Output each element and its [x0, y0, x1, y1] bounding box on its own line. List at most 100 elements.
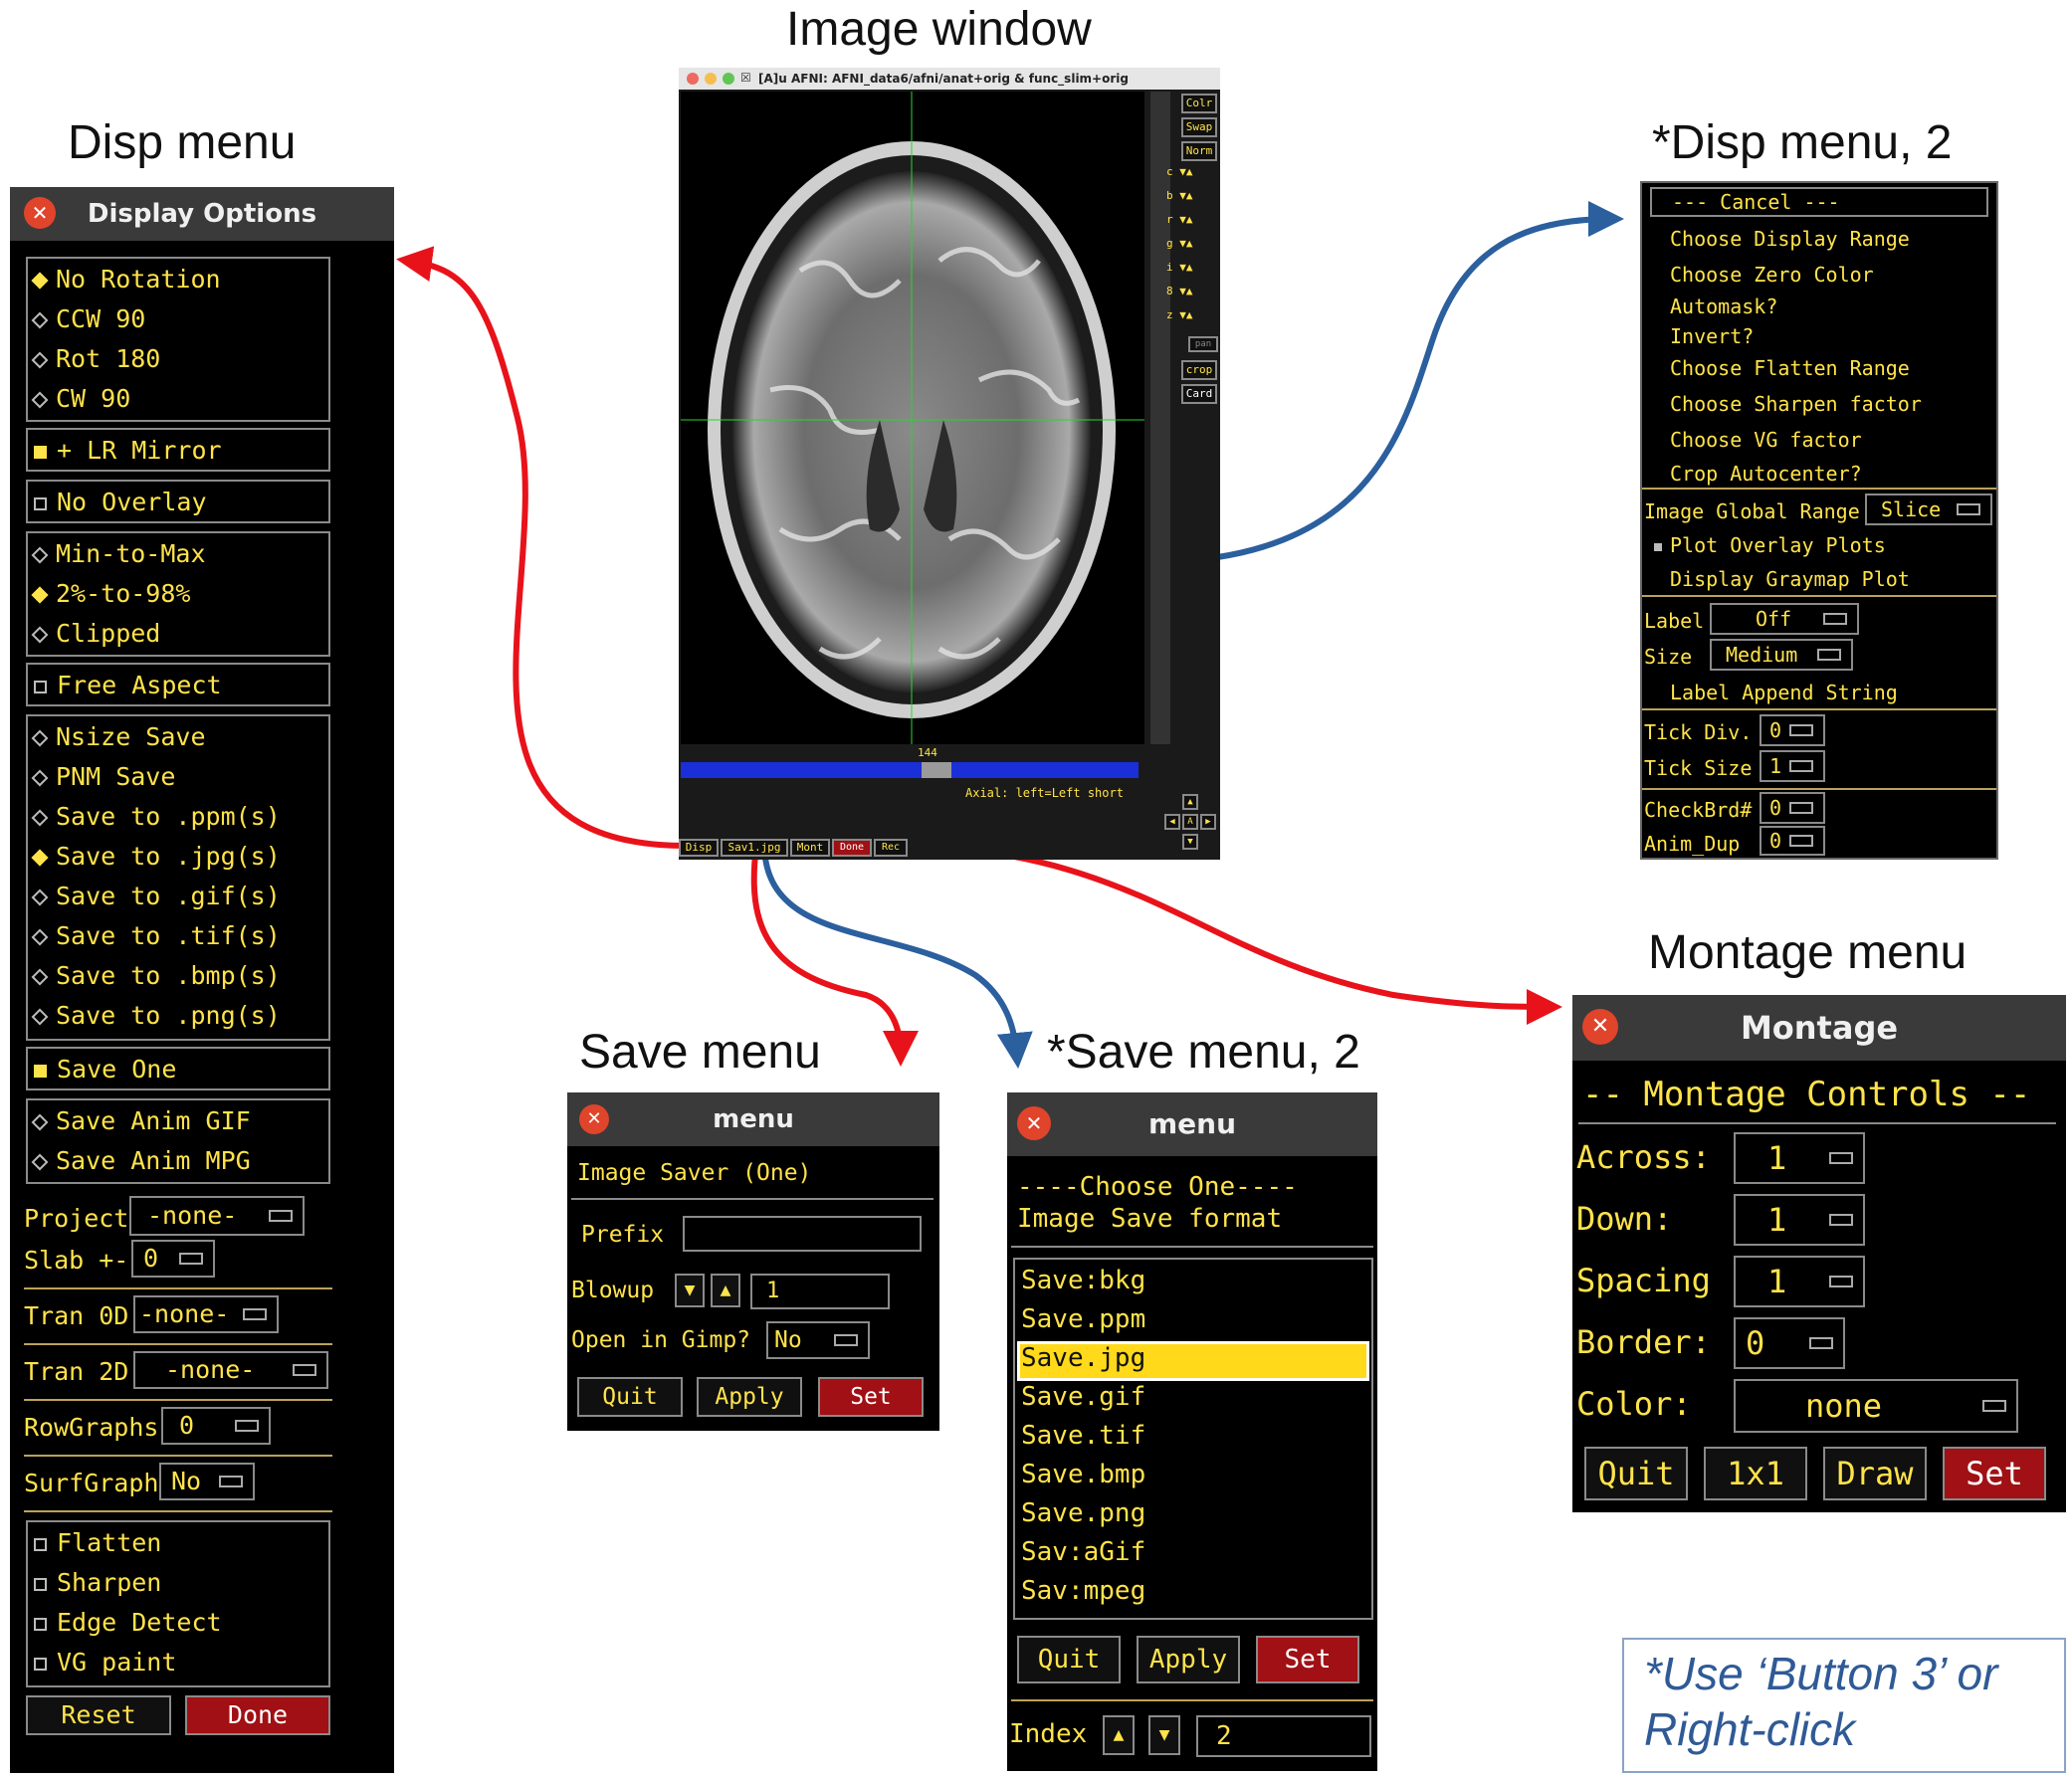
close-icon[interactable]: ✕ — [24, 197, 56, 229]
disp-button[interactable]: Disp — [679, 839, 719, 857]
format-item[interactable]: Sav:aGif — [1021, 1537, 1145, 1567]
close-icon[interactable]: ✕ — [579, 1104, 609, 1134]
rowgraphs-select[interactable]: 0 — [161, 1407, 271, 1445]
side-arrow-i[interactable]: i ▼▲ — [1166, 261, 1218, 281]
across-select[interactable]: 1 — [1734, 1132, 1865, 1184]
color-select[interactable]: none — [1734, 1379, 2018, 1433]
disp2-menu-item[interactable]: Choose Display Range — [1670, 227, 1910, 251]
close-dot-icon[interactable] — [687, 73, 699, 85]
side-button-crop[interactable]: crop — [1181, 360, 1217, 380]
apply-button[interactable]: Apply — [697, 1377, 802, 1417]
up-arrow-icon[interactable]: ▲ — [1186, 308, 1193, 321]
global-range-select[interactable]: Slice — [1865, 494, 1992, 525]
rotation-option[interactable]: CCW 90 — [31, 304, 145, 333]
side-arrow-z[interactable]: z ▼▲ — [1166, 308, 1218, 328]
anim-dup-select[interactable]: 0 — [1760, 826, 1825, 856]
side-button-card[interactable]: Card — [1181, 384, 1217, 404]
tran2d-select[interactable]: -none- — [133, 1351, 328, 1389]
index-down-button[interactable]: ▼ — [1148, 1715, 1180, 1755]
format-item[interactable]: Save.jpg — [1021, 1343, 1145, 1373]
draw-button[interactable]: Draw — [1823, 1447, 1927, 1500]
save-format-option[interactable]: Save to .bmp(s) — [31, 961, 281, 990]
filter-toggle[interactable]: Sharpen — [34, 1568, 161, 1597]
nav-down-button[interactable]: ▼ — [1182, 834, 1198, 850]
disp2-menu-item[interactable]: Automask? — [1670, 295, 1777, 318]
filter-toggle[interactable]: Edge Detect — [34, 1608, 222, 1637]
format-item[interactable]: Save.bmp — [1021, 1460, 1145, 1489]
side-arrow-g[interactable]: g ▼▲ — [1166, 237, 1218, 257]
filter-toggle[interactable]: VG paint — [34, 1648, 176, 1677]
done-button[interactable]: Done — [832, 839, 872, 857]
filter-toggle[interactable]: Flatten — [34, 1528, 161, 1557]
range-option[interactable]: Min-to-Max — [31, 539, 206, 568]
down-arrow-icon[interactable]: ▼ — [1179, 213, 1186, 226]
down-arrow-icon[interactable]: ▼ — [1179, 308, 1186, 321]
nav-center-button[interactable]: A — [1182, 814, 1198, 830]
set-button[interactable]: Set — [1256, 1636, 1359, 1683]
label-append-item[interactable]: Label Append String — [1670, 681, 1898, 704]
plot-overlay-toggle[interactable]: Plot Overlay Plots — [1654, 533, 1886, 557]
format-item[interactable]: Save.gif — [1021, 1382, 1145, 1412]
no-overlay-toggle[interactable]: No Overlay — [34, 488, 207, 516]
checkbrd-select[interactable]: 0 — [1760, 792, 1825, 824]
nav-up-button[interactable]: ▲ — [1182, 794, 1198, 810]
side-button-norm[interactable]: Norm — [1181, 141, 1217, 161]
size-select[interactable]: Medium — [1710, 639, 1853, 671]
tick-size-select[interactable]: 1 — [1760, 750, 1825, 782]
apply-button[interactable]: Apply — [1137, 1636, 1240, 1683]
save-format-option[interactable]: Save to .ppm(s) — [31, 802, 281, 831]
side-arrow-b[interactable]: b ▼▲ — [1166, 189, 1218, 209]
disp2-menu-item[interactable]: Invert? — [1670, 324, 1754, 348]
tran0d-select[interactable]: -none- — [133, 1295, 279, 1333]
save-button[interactable]: Sav1.jpg — [721, 839, 788, 857]
up-arrow-icon[interactable]: ▲ — [1186, 285, 1193, 297]
side-arrow-c[interactable]: c ▼▲ — [1166, 165, 1218, 185]
save-format-option[interactable]: PNM Save — [31, 762, 175, 791]
zoom-dot-icon[interactable] — [723, 73, 734, 85]
disp2-menu-item[interactable]: Choose Flatten Range — [1670, 356, 1910, 380]
format-item[interactable]: Save:bkg — [1021, 1266, 1145, 1295]
label-select[interactable]: Off — [1710, 603, 1859, 635]
spacing-select[interactable]: 1 — [1734, 1256, 1865, 1307]
down-select[interactable]: 1 — [1734, 1194, 1865, 1246]
up-arrow-icon[interactable]: ▲ — [1186, 189, 1193, 202]
disp2-menu-item[interactable]: Choose VG factor — [1670, 428, 1862, 452]
quit-button[interactable]: Quit — [1017, 1636, 1121, 1683]
blowup-up-button[interactable]: ▲ — [711, 1274, 740, 1307]
save-format-option[interactable]: Save to .jpg(s) — [31, 842, 281, 871]
up-arrow-icon[interactable]: ▲ — [1186, 165, 1193, 178]
set-button[interactable]: Set — [1943, 1447, 2046, 1500]
close-icon[interactable]: ✕ — [1017, 1106, 1051, 1140]
side-button-pan[interactable]: pan — [1188, 336, 1218, 352]
blowup-down-button[interactable]: ▼ — [675, 1274, 705, 1307]
save-format-option[interactable]: Nsize Save — [31, 722, 206, 751]
format-item[interactable]: Sav:mpeg — [1021, 1576, 1145, 1606]
format-item[interactable]: Save.ppm — [1021, 1304, 1145, 1334]
side-button-colr[interactable]: Colr — [1181, 94, 1217, 113]
quit-button[interactable]: Quit — [1584, 1447, 1688, 1500]
cancel-item[interactable]: --- Cancel --- — [1650, 187, 1988, 217]
disp2-menu-item[interactable]: Choose Zero Color — [1670, 263, 1874, 287]
quit-button[interactable]: Quit — [577, 1377, 683, 1417]
rotation-option[interactable]: No Rotation — [31, 265, 221, 294]
up-arrow-icon[interactable]: ▲ — [1186, 237, 1193, 250]
one-by-one-button[interactable]: 1x1 — [1704, 1447, 1807, 1500]
rotation-option[interactable]: Rot 180 — [31, 344, 160, 373]
prefix-input[interactable] — [683, 1216, 922, 1252]
slice-slider[interactable] — [681, 762, 1139, 778]
brain-image[interactable] — [681, 92, 1144, 744]
gimp-select[interactable]: No — [766, 1321, 870, 1359]
mont-button[interactable]: Mont — [790, 839, 830, 857]
project-select[interactable]: -none- — [129, 1196, 305, 1236]
format-item[interactable]: Save.tif — [1021, 1421, 1145, 1451]
index-input[interactable]: 2 — [1196, 1715, 1371, 1757]
save-format-option[interactable]: Save to .gif(s) — [31, 882, 281, 910]
done-button[interactable]: Done — [185, 1695, 330, 1735]
down-arrow-icon[interactable]: ▼ — [1179, 189, 1186, 202]
minimize-dot-icon[interactable] — [705, 73, 717, 85]
nav-left-button[interactable]: ◀ — [1164, 814, 1180, 830]
lr-mirror-toggle[interactable]: + LR Mirror — [34, 436, 222, 465]
border-select[interactable]: 0 — [1734, 1317, 1845, 1369]
down-arrow-icon[interactable]: ▼ — [1179, 285, 1186, 297]
down-arrow-icon[interactable]: ▼ — [1179, 261, 1186, 274]
